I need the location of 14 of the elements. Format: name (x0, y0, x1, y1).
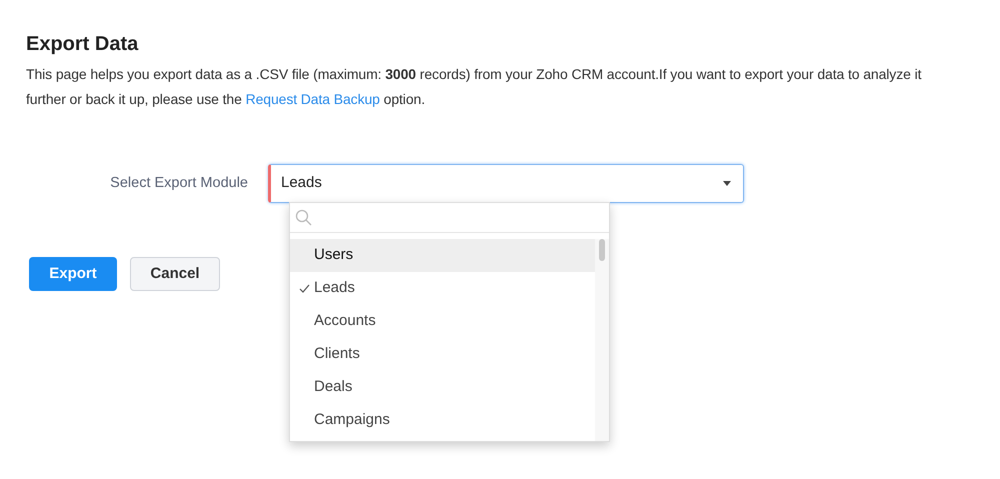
dropdown-option[interactable]: Users (290, 239, 595, 272)
caret-icon (723, 181, 731, 186)
page-title: Export Data (26, 32, 140, 57)
description: This page helps you export data as a .CSV file (maximum: 3000 records) from your Zoho CRM account.If you want to export your data to analyze it further or back it up, please use the Request Data Backup option. (26, 65, 922, 109)
scrollbar[interactable] (595, 239, 609, 441)
field-label: Select Export Module (109, 174, 249, 193)
dropdown-option[interactable]: Leads (290, 272, 595, 305)
search-icon (295, 209, 312, 226)
dropdown-option[interactable]: Clients (290, 338, 595, 371)
cancel-button[interactable]: Cancel (130, 257, 220, 291)
request-data-backup-link[interactable]: Request Data Backup (246, 91, 380, 107)
dropdown-option[interactable]: Deals (290, 371, 595, 404)
dropdown-option[interactable]: Accounts (290, 305, 595, 338)
dropdown-option[interactable]: Campaigns (290, 404, 595, 437)
